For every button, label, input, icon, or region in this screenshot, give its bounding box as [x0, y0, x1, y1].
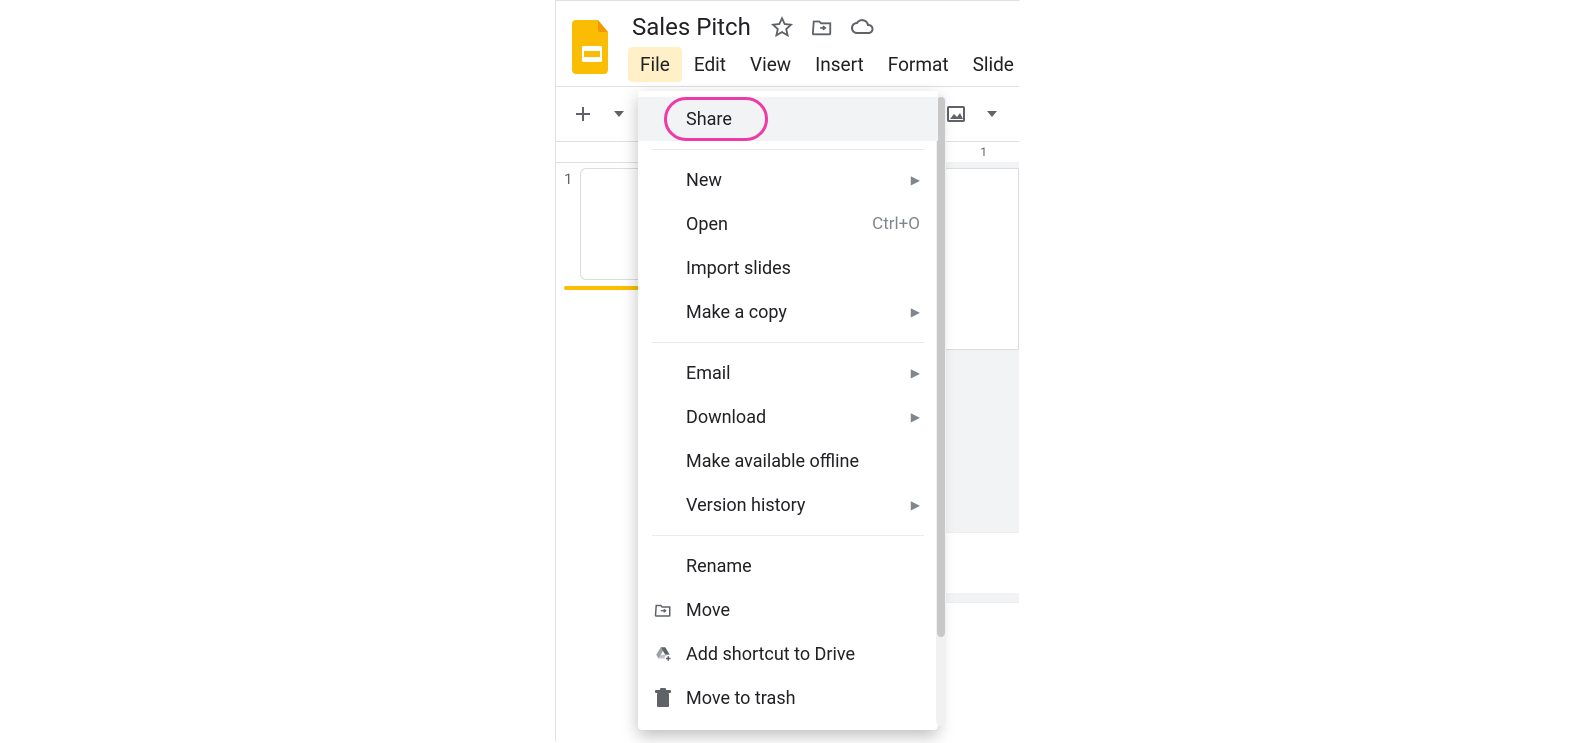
drive-add-icon [652, 643, 674, 665]
trash-icon [652, 687, 674, 709]
submenu-arrow-icon: ▶ [911, 498, 920, 512]
new-slide-button[interactable] [566, 97, 600, 131]
slides-logo-icon [570, 17, 614, 77]
file-menu-email[interactable]: Email ▶ [638, 351, 938, 395]
cloud-status-icon[interactable] [849, 14, 875, 40]
separator [652, 535, 924, 536]
file-menu-open-shortcut: Ctrl+O [872, 214, 920, 234]
move-to-folder-icon[interactable] [809, 14, 835, 40]
move-folder-icon [652, 599, 674, 621]
submenu-arrow-icon: ▶ [911, 173, 920, 187]
menu-file[interactable]: File [628, 47, 682, 82]
file-menu-rename[interactable]: Rename [638, 544, 938, 588]
file-menu-shortcut-label: Add shortcut to Drive [686, 644, 920, 665]
file-menu-move-to-trash[interactable]: Move to trash [638, 676, 938, 720]
file-menu-add-shortcut[interactable]: Add shortcut to Drive [638, 632, 938, 676]
title-row: Sales Pitch [628, 11, 1005, 43]
menu-bar: File Edit View Insert Format Slide [628, 47, 1005, 82]
file-menu-trash-label: Move to trash [686, 688, 920, 709]
scrollbar-thumb[interactable] [937, 97, 945, 637]
file-menu-new[interactable]: New ▶ [638, 158, 938, 202]
menu-view[interactable]: View [738, 47, 803, 82]
file-menu-share-label: Share [686, 109, 920, 130]
file-menu-dropdown: Share New ▶ Open Ctrl+O Import slides Ma… [638, 91, 938, 730]
file-menu-make-a-copy[interactable]: Make a copy ▶ [638, 290, 938, 334]
star-icon[interactable] [769, 14, 795, 40]
file-menu-rename-label: Rename [686, 556, 920, 577]
submenu-arrow-icon: ▶ [911, 305, 920, 319]
title-col: Sales Pitch [628, 11, 1005, 82]
app-frame: Sales Pitch [555, 0, 1020, 741]
file-menu-copy-label: Make a copy [686, 302, 911, 323]
title-bar: Sales Pitch [556, 1, 1019, 82]
file-menu-make-available-offline[interactable]: Make available offline [638, 439, 938, 483]
new-slide-dropdown-icon[interactable] [602, 97, 636, 131]
file-menu-offline-label: Make available offline [686, 451, 920, 472]
menu-edit[interactable]: Edit [682, 47, 738, 82]
separator [652, 342, 924, 343]
file-menu-email-label: Email [686, 363, 911, 384]
file-menu-import-slides[interactable]: Import slides [638, 246, 938, 290]
insert-image-dropdown-icon[interactable] [975, 97, 1009, 131]
file-menu-share[interactable]: Share [638, 97, 938, 141]
menu-format[interactable]: Format [876, 47, 961, 82]
file-menu-new-label: New [686, 170, 911, 191]
document-title[interactable]: Sales Pitch [628, 11, 755, 43]
file-menu-version-history[interactable]: Version history ▶ [638, 483, 938, 527]
file-menu-history-label: Version history [686, 495, 911, 516]
submenu-arrow-icon: ▶ [911, 410, 920, 424]
file-menu-open-label: Open [686, 214, 872, 235]
menu-slide[interactable]: Slide [961, 47, 1026, 82]
file-menu-download[interactable]: Download ▶ [638, 395, 938, 439]
menu-insert[interactable]: Insert [803, 47, 876, 82]
file-menu-open[interactable]: Open Ctrl+O [638, 202, 938, 246]
separator [652, 149, 924, 150]
submenu-arrow-icon: ▶ [911, 366, 920, 380]
file-menu-import-label: Import slides [686, 258, 920, 279]
file-menu-move[interactable]: Move [638, 588, 938, 632]
file-menu-move-label: Move [686, 600, 920, 621]
ruler-tick-label: 1 [980, 145, 987, 159]
slide-number: 1 [564, 168, 572, 188]
file-menu-download-label: Download [686, 407, 911, 428]
